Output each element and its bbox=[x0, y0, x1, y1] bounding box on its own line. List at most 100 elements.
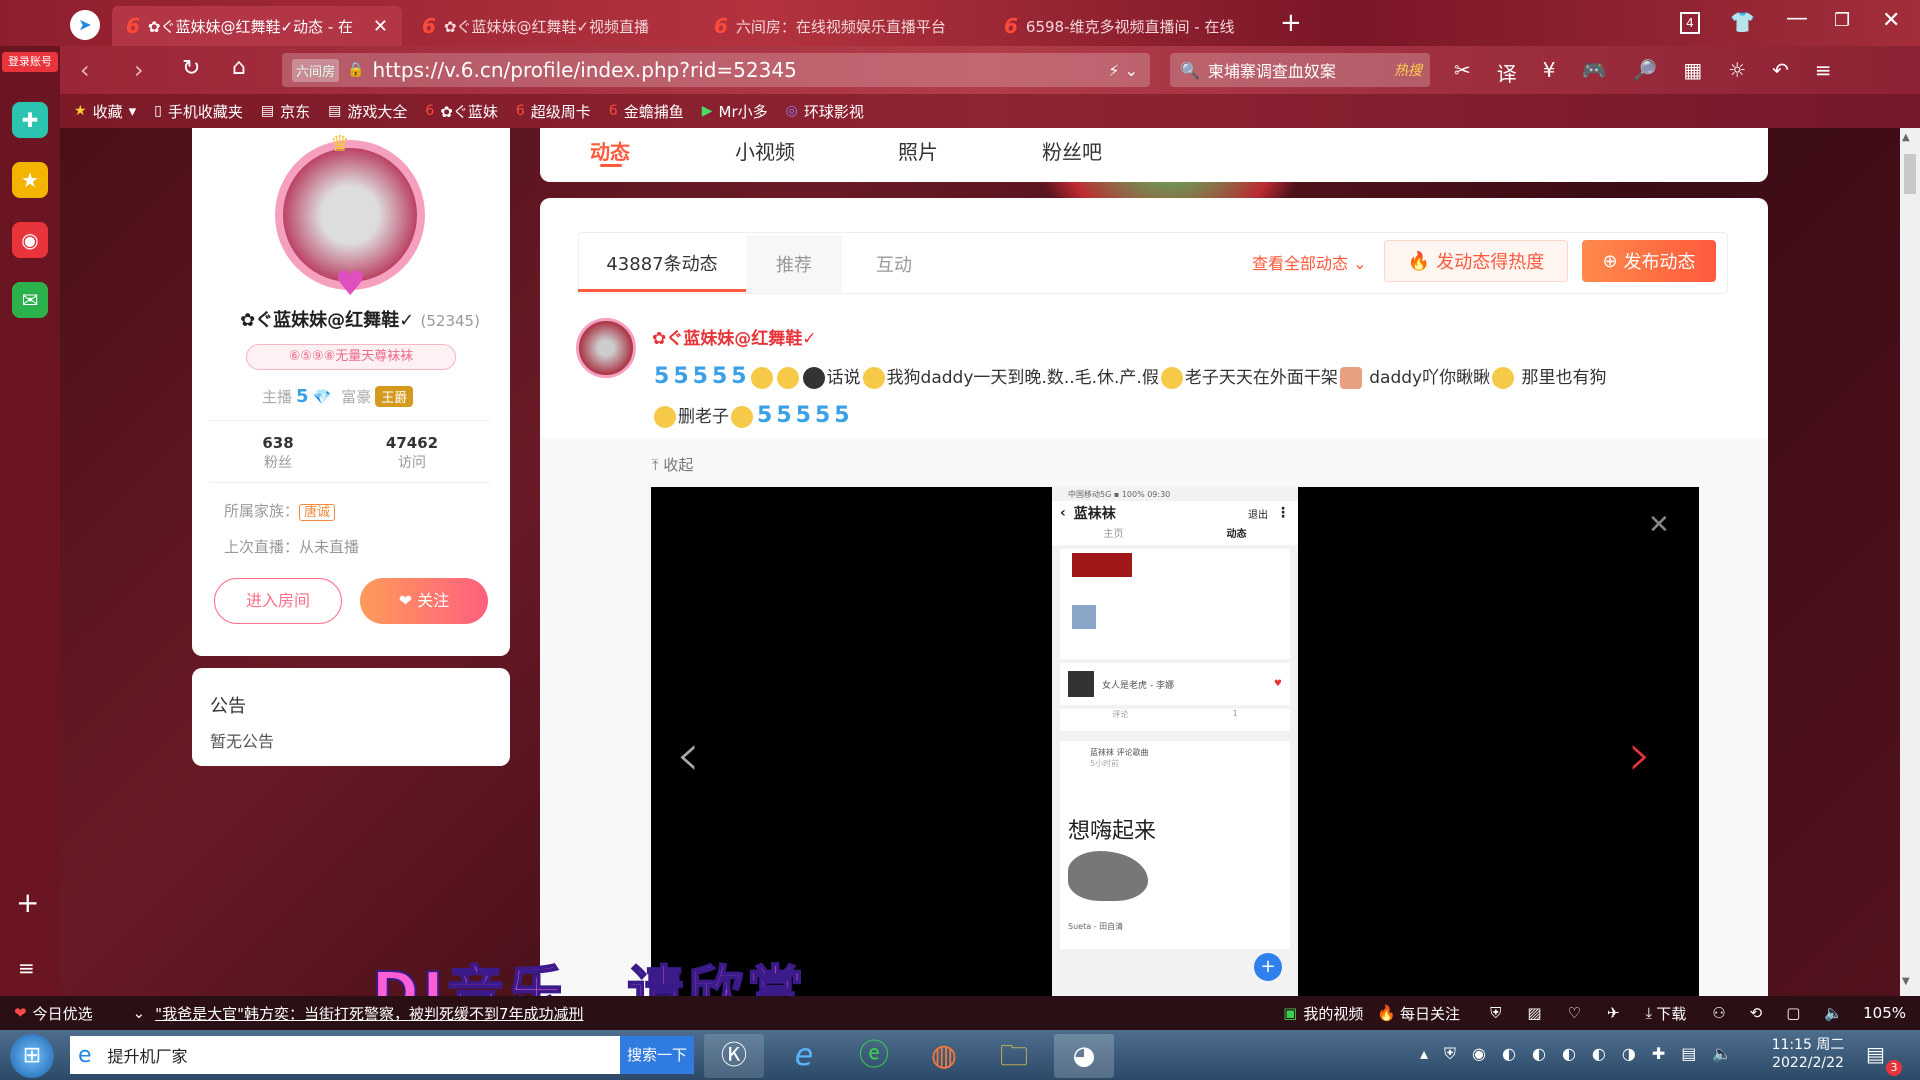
view-all-dynamic[interactable]: 查看全部动态 ⌄ bbox=[1252, 250, 1367, 274]
nav-tab-short-video[interactable]: 小视频 bbox=[735, 136, 795, 165]
plus-cross-icon[interactable]: ✚ bbox=[12, 102, 48, 138]
tray-qq-icon[interactable]: ◐ bbox=[1562, 1044, 1576, 1064]
close-icon[interactable]: ✕ bbox=[373, 16, 388, 37]
tab-video-live[interactable]: 6 ✿ぐ蓝妹妹@红舞鞋✓视频直播 bbox=[408, 6, 694, 46]
minimize-icon[interactable]: — bbox=[1786, 6, 1808, 31]
tray-qq-icon[interactable]: ◐ bbox=[1532, 1044, 1546, 1064]
feed-tab-all[interactable]: 43887条动态 bbox=[578, 236, 746, 292]
bookmark-mr[interactable]: ▶ Mr小多 bbox=[702, 101, 768, 122]
url-bar[interactable]: 六间房 🔒 https://v.6.cn/profile/index.php?r… bbox=[282, 53, 1150, 87]
my-video[interactable]: 我的视频 bbox=[1303, 1003, 1363, 1024]
tab-6598[interactable]: 6 6598-维克多视频直播间 - 在线 bbox=[990, 6, 1276, 46]
forward-icon[interactable]: › bbox=[134, 56, 144, 84]
tray-app-icon[interactable]: ◉ bbox=[1472, 1044, 1486, 1064]
pin-icon[interactable]: ⚇ bbox=[1712, 1004, 1725, 1022]
chrome-icon[interactable]: ◍ bbox=[914, 1034, 974, 1078]
bookmark-fishing[interactable]: 6 金蟾捕鱼 bbox=[609, 101, 684, 122]
tab-liu-jian-fang[interactable]: 6 六间房：在线视频娱乐直播平台 bbox=[700, 6, 986, 46]
magnifier-icon[interactable]: 🔎 bbox=[1632, 58, 1657, 87]
scrollbar-thumb[interactable] bbox=[1904, 154, 1916, 194]
news-ticker[interactable]: "我爸是大官"韩方奕：当街打死警察，被判死缓不到7年成功减刑 bbox=[155, 1003, 583, 1024]
new-tab-icon[interactable]: + bbox=[1280, 8, 1302, 38]
zoom-level[interactable]: 105% bbox=[1863, 1004, 1906, 1022]
post-avatar[interactable] bbox=[576, 318, 636, 378]
home-icon[interactable]: ⌂ bbox=[232, 55, 246, 80]
tray-app-icon[interactable]: ✚ bbox=[1652, 1044, 1665, 1064]
next-arrow-icon[interactable]: › bbox=[1628, 720, 1652, 790]
restore-icon[interactable]: ❐ bbox=[1834, 10, 1850, 31]
tab-profile[interactable]: 6 ✿ぐ蓝妹妹@红舞鞋✓动态 - 在 ✕ bbox=[112, 6, 402, 46]
gamepad-icon[interactable]: 🎮 bbox=[1582, 58, 1607, 87]
window-icon[interactable]: ▢ bbox=[1786, 1004, 1800, 1022]
collapse-link[interactable]: ⤒ 收起 bbox=[652, 454, 693, 475]
list-icon[interactable]: ≡ bbox=[18, 956, 35, 980]
post-button[interactable]: ⊕ 发布动态 bbox=[1582, 240, 1716, 282]
tray-shield-icon[interactable]: ⛨ bbox=[1444, 1044, 1456, 1064]
feed-tab-recommend[interactable]: 推荐 bbox=[746, 236, 842, 292]
back-icon[interactable]: ‹ bbox=[80, 56, 90, 84]
menu-icon[interactable]: ≡ bbox=[1815, 58, 1832, 87]
today-picks[interactable]: 今日优选 bbox=[33, 1003, 93, 1024]
undo-icon[interactable]: ↶ bbox=[1772, 58, 1789, 87]
scrollbar[interactable]: ▲ ▼ bbox=[1900, 128, 1920, 996]
shield-icon[interactable]: ⛨ bbox=[1490, 1004, 1501, 1022]
rocket-icon[interactable]: ✈ bbox=[1607, 1004, 1620, 1022]
family-value[interactable]: 唐诚 bbox=[299, 504, 336, 521]
feed-tab-interact[interactable]: 互动 bbox=[846, 236, 942, 292]
weibo-icon[interactable]: ◉ bbox=[12, 222, 48, 258]
close-icon[interactable]: ✕ bbox=[1648, 510, 1670, 540]
tray-network-icon[interactable]: ▤ bbox=[1681, 1044, 1696, 1064]
navigate-icon[interactable]: ➤ bbox=[70, 10, 100, 40]
coin-icon[interactable]: ¥ bbox=[1543, 58, 1556, 87]
tab-count-icon[interactable]: 4 bbox=[1680, 12, 1700, 34]
tray-volume-icon[interactable]: 🔈 bbox=[1712, 1044, 1732, 1064]
url-tools-icon[interactable]: ⚡ ⌄ bbox=[1108, 61, 1138, 80]
browser-360-icon[interactable]: ⓔ bbox=[844, 1034, 904, 1078]
download-label[interactable]: 下载 bbox=[1656, 1003, 1686, 1024]
folder-icon[interactable]: 🗀 bbox=[984, 1034, 1044, 1078]
bookmark-weekly[interactable]: 6 超级周卡 bbox=[516, 101, 591, 122]
translate-icon[interactable]: 译 bbox=[1497, 58, 1517, 87]
k-app-icon[interactable]: Ⓚ bbox=[704, 1034, 764, 1078]
hot-label[interactable]: 热搜 bbox=[1394, 60, 1422, 80]
fans-stat[interactable]: 638 粉丝 bbox=[248, 434, 308, 472]
post-author[interactable]: ✿ぐ蓝妹妹@红舞鞋✓ bbox=[652, 324, 817, 349]
bookmark-jd[interactable]: ▤ 京东 bbox=[261, 101, 310, 122]
clock[interactable]: 11:15 周二 2022/2/22 bbox=[1758, 1036, 1858, 1072]
nav-tab-fan-club[interactable]: 粉丝吧 bbox=[1042, 136, 1102, 165]
search-input[interactable]: 🔍 柬埔寨调查血奴案 热搜 bbox=[1170, 53, 1430, 87]
bookmark-mobile[interactable]: ▯ 手机收藏夹 bbox=[154, 101, 243, 122]
add-icon[interactable]: + bbox=[16, 886, 39, 919]
nav-tab-dynamic[interactable]: 动态 bbox=[590, 136, 630, 165]
apps-icon[interactable]: ▦ bbox=[1683, 58, 1702, 87]
tray-app-icon[interactable]: ◑ bbox=[1622, 1044, 1636, 1064]
image-icon[interactable]: ▨ bbox=[1527, 1004, 1541, 1022]
bookmark-favorites[interactable]: ★ 收藏 ▾ bbox=[74, 101, 136, 122]
sound-icon[interactable]: 🔈 bbox=[1824, 1004, 1843, 1022]
daily-focus[interactable]: 每日关注 bbox=[1400, 1003, 1460, 1024]
bookmark-games[interactable]: ▤ 游戏大全 bbox=[328, 101, 407, 122]
login-label[interactable]: 登录账号 bbox=[2, 52, 58, 72]
sync-icon[interactable]: ⟲ bbox=[1750, 1004, 1763, 1022]
nav-tab-photos[interactable]: 照片 bbox=[898, 136, 938, 165]
tray-qq-icon[interactable]: ◐ bbox=[1502, 1044, 1516, 1064]
media-app-icon[interactable]: ◕ bbox=[1054, 1034, 1114, 1078]
refresh-icon[interactable]: ↻ bbox=[182, 56, 200, 81]
bookmark-lanmei[interactable]: 6 ✿ぐ蓝妹 bbox=[425, 101, 498, 122]
bookmark-global-video[interactable]: ◎ 环球影视 bbox=[786, 101, 864, 122]
tray-arrow-icon[interactable]: ▴ bbox=[1420, 1044, 1428, 1064]
follow-button[interactable]: ❤ 关注 bbox=[360, 578, 488, 624]
brightness-icon[interactable]: ☼ bbox=[1728, 58, 1746, 87]
url-text[interactable]: https://v.6.cn/profile/index.php?rid=523… bbox=[372, 58, 796, 82]
internet-explorer-icon[interactable]: e bbox=[774, 1034, 834, 1078]
action-center-icon[interactable]: ▤ bbox=[1866, 1042, 1885, 1066]
star-icon[interactable]: ★ bbox=[12, 162, 48, 198]
start-button-icon[interactable]: ⊞ bbox=[10, 1034, 54, 1078]
prev-arrow-icon[interactable]: ‹ bbox=[676, 720, 700, 790]
tray-qq-icon[interactable]: ◐ bbox=[1592, 1044, 1606, 1064]
heat-button[interactable]: 🔥 发动态得热度 bbox=[1384, 240, 1568, 282]
fan-badge[interactable]: ⑥⑤⑨⑧无量天尊袜袜 bbox=[246, 344, 456, 370]
close-window-icon[interactable]: ✕ bbox=[1882, 8, 1900, 33]
scissors-icon[interactable]: ✂ bbox=[1454, 58, 1471, 87]
taskbar-search[interactable]: e 提升机厂家 bbox=[70, 1036, 620, 1074]
